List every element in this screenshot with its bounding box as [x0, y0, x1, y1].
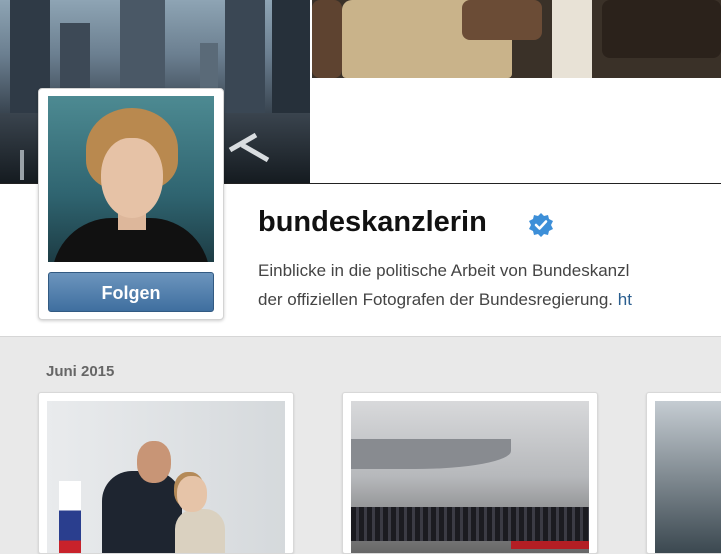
avatar-card: Folgen [38, 88, 224, 320]
photo-tile[interactable] [646, 392, 721, 554]
month-heading: Juni 2015 [46, 363, 115, 380]
bio-line: Einblicke in die politische Arbeit von B… [258, 261, 630, 280]
desk-shape [602, 0, 721, 58]
road-marking-shape [20, 150, 24, 180]
cover-photo-interior [312, 0, 721, 78]
photo-tile[interactable] [38, 392, 294, 554]
crowd-shape [351, 507, 589, 541]
photo-background [655, 401, 721, 553]
photo-thumbnail [351, 401, 589, 553]
photo-tile[interactable] [342, 392, 598, 554]
bio-text: der offiziellen Fotografen der Bundesreg… [258, 290, 614, 309]
person-head-shape [137, 441, 171, 483]
profile-username: bundeskanzlerin [258, 206, 487, 238]
chair-shape [462, 0, 542, 40]
avatar[interactable] [48, 96, 214, 262]
photo-thumbnail [655, 401, 721, 553]
follow-button[interactable]: Folgen [48, 272, 214, 312]
person-shape [175, 509, 225, 553]
verified-badge-icon [529, 213, 553, 237]
avatar-face-shape [101, 138, 163, 218]
red-carpet-shape [511, 541, 589, 549]
flag-shape [59, 481, 81, 553]
chair-shape [312, 0, 342, 78]
profile-bio: Einblicke in die politische Arbeit von B… [258, 256, 721, 314]
bio-line: der offiziellen Fotografen der Bundesreg… [258, 285, 721, 314]
photo-thumbnail [47, 401, 285, 553]
bio-link[interactable]: ht [618, 290, 632, 309]
person-head-shape [177, 476, 207, 512]
floor-shape [552, 0, 592, 78]
